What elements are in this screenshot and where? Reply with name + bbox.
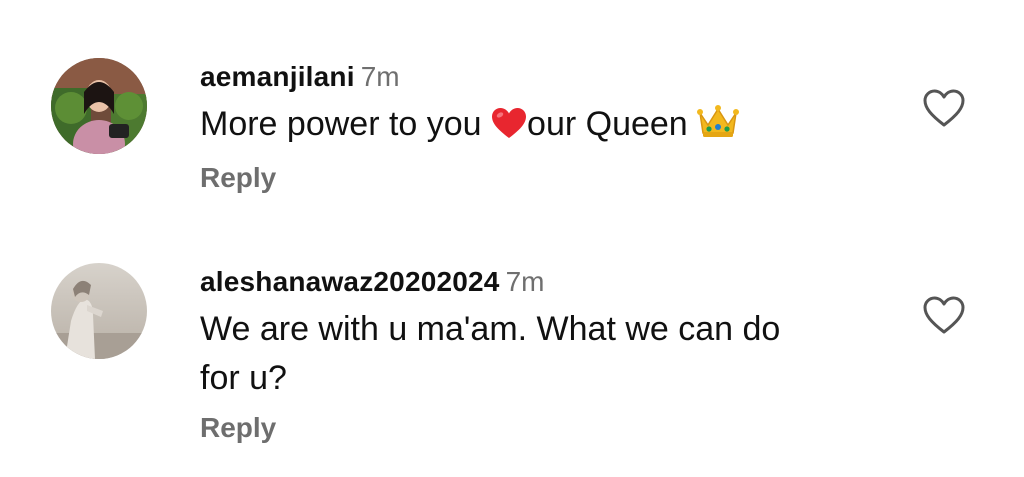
reply-button[interactable]: Reply (200, 161, 904, 195)
comment-text: More power to you our Queen (200, 100, 904, 153)
comment-time: 7m (360, 61, 400, 92)
comment-item: aemanjilani 7m More power to you our Quee… (0, 0, 1024, 240)
comment-time: 7m (505, 266, 545, 297)
comment-text-part: our Queen (527, 105, 698, 143)
heart-outline-icon[interactable] (922, 88, 966, 128)
comment-item: aleshanawaz20202024 7m We are with u ma'a… (0, 240, 1024, 477)
comment-text-part: More power to you (200, 105, 492, 143)
username[interactable]: aemanjilani (200, 61, 355, 92)
heart-outline-icon[interactable] (922, 295, 966, 335)
comment-text: We are with u ma'am. What we can do for … (200, 310, 781, 397)
avatar[interactable] (51, 263, 147, 359)
red-heart-emoji-icon (491, 104, 527, 153)
avatar[interactable] (51, 58, 147, 154)
crown-emoji-icon (697, 103, 740, 153)
reply-button[interactable]: Reply (200, 411, 904, 445)
username[interactable]: aleshanawaz20202024 (200, 266, 500, 297)
